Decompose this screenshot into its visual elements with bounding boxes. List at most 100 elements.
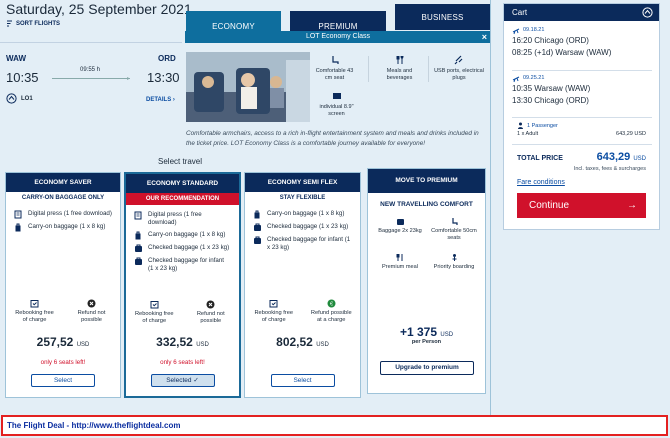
flight-duration: 09:55 h [80, 67, 101, 73]
feature-divider [368, 56, 369, 82]
premium-feature: Priority boarding [428, 253, 480, 271]
fare-item-text: Carry-on baggage (1 x 8 kg) [28, 223, 106, 230]
fare-item-text: Carry-on baggage (1 x 8 kg) [267, 210, 345, 217]
checked-bag-icon [134, 244, 143, 253]
fare-name: ECONOMY SAVER [6, 173, 120, 192]
close-icon[interactable]: × [482, 31, 487, 43]
carry-on-bag-icon [14, 223, 23, 232]
fare-conditions-link[interactable]: Fare conditions [517, 179, 565, 186]
fare-subtitle: CARRY-ON BAGGAGE ONLY [21, 195, 105, 201]
fare-item-text: Checked baggage (1 x 23 kg) [267, 223, 349, 230]
digital-press-icon [134, 211, 143, 227]
rebooking-label: Rebooking free of charge [15, 310, 54, 323]
fare-price-value: 257,52 [36, 335, 74, 349]
premium-feature: Baggage 2x 23kg [374, 217, 426, 235]
checked-bag-icon [253, 223, 262, 232]
cart-divider [512, 70, 652, 71]
cart-divider [512, 144, 652, 145]
total-price-label: TOTAL PRICE [517, 155, 563, 162]
screen-icon [332, 93, 341, 99]
total-price: 643,29 USD [597, 151, 646, 163]
destination-code: ORD [158, 54, 176, 63]
fare-conditions-row: Rebooking free of charge € Refund possib… [245, 299, 360, 324]
rebooking-info: Rebooking free of charge [132, 300, 176, 325]
fare-item: Checked baggage for infant (1 x 23 kg) [245, 236, 360, 252]
fare-price: 332,52 USD [126, 335, 239, 349]
sort-flights-button[interactable]: SORT FLIGHTS [6, 20, 60, 27]
fare-price-value: 802,52 [276, 335, 313, 349]
fare-item: Checked baggage (1 x 23 kg) [126, 244, 239, 253]
lot-logo-icon [642, 7, 653, 18]
tab-business[interactable]: BUSINESS [395, 4, 490, 30]
total-currency: USD [633, 156, 646, 162]
route-arrow-icon: ▸ [127, 76, 131, 82]
fare-name: ECONOMY STANDARD [126, 174, 239, 193]
premium-feature-label: Priority boarding [433, 264, 475, 270]
refund-info: Refund not possible [189, 300, 233, 325]
refund-label: Refund possible at a charge [310, 310, 352, 323]
details-link[interactable]: DETAILS › [146, 97, 175, 103]
fare-item: Carry-on baggage (1 x 8 kg) [126, 231, 239, 240]
segment-departure: 10:35 Warsaw (WAW) [512, 84, 591, 93]
continue-button[interactable]: Continue → [517, 193, 646, 218]
rebooking-info: Rebooking free of charge [13, 299, 57, 324]
refund-info: Refund not possible [70, 299, 114, 324]
fare-item-text: Checked baggage (1 x 23 kg) [148, 244, 230, 252]
checked-bag-icon [134, 257, 143, 273]
seats-left: only 6 seats left! [40, 359, 86, 366]
total-price-value: 643,29 [596, 151, 631, 163]
premium-upsell-header: MOVE TO PREMIUM [368, 169, 485, 193]
fare-card-semi-flex[interactable]: ECONOMY SEMI FLEX STAY FLEXIBLE Carry-on… [244, 172, 361, 398]
adult-count: 1 x Adult [517, 131, 539, 137]
cart-segment-outbound: 09.18.21 16:20 Chicago (ORD) 08:25 (+1d)… [512, 27, 611, 58]
fare-item-text: Digital press (1 free download) [148, 211, 202, 227]
selected-button[interactable]: Selected ✓ [150, 374, 215, 387]
upgrade-to-premium-button[interactable]: Upgrade to premium [380, 361, 474, 375]
segment-arrival: 13:30 Chicago (ORD) [512, 95, 589, 105]
passenger-icon [518, 122, 523, 129]
refund-not-possible-icon [87, 299, 96, 308]
arrow-right-icon: → [627, 200, 637, 211]
rebooking-info: Rebooking free of charge [252, 299, 296, 324]
cabin-photo-illustration [186, 52, 310, 122]
segment-departure: 16:20 Chicago (ORD) [512, 36, 589, 45]
fare-item: Carry-on baggage (1 x 8 kg) [6, 223, 120, 232]
fare-card-standard[interactable]: ECONOMY STANDARD OUR RECOMMENDATION Digi… [124, 172, 241, 398]
depart-time: 10:35 [6, 70, 39, 85]
segment-date: 09.25.21 [512, 75, 590, 83]
rebooking-icon [150, 301, 159, 309]
cart-panel: Cart 09.18.21 16:20 Chicago (ORD) 08:25 … [503, 3, 660, 230]
checked-bag-icon [253, 236, 262, 252]
fare-item-text: Digital press (1 free download) [28, 210, 112, 217]
premium-meal-icon [396, 254, 402, 261]
feature-seat: Comfortable 43 cm seat [312, 55, 357, 82]
fare-item: Digital press (1 free download) [126, 211, 239, 227]
plane-icon [512, 28, 520, 35]
select-button[interactable]: Select [31, 374, 95, 387]
carry-on-bag-icon [134, 231, 143, 240]
premium-upsell-title: NEW TRAVELLING COMFORT [380, 201, 473, 208]
segment-date-value: 09.18.21 [523, 27, 545, 34]
flight-deal-banner: The Flight Deal - http://www.theflightde… [1, 415, 668, 436]
fare-currency: USD [196, 342, 209, 348]
flight-date: Saturday, 25 September 2021 [6, 1, 192, 17]
fare-card-saver[interactable]: ECONOMY SAVER CARRY-ON BAGGAGE ONLY Digi… [5, 172, 121, 398]
fare-price: 802,52 USD [245, 335, 360, 349]
meal-icon [396, 55, 403, 64]
segment-date: 09.18.21 [512, 27, 611, 35]
fare-price-value: 332,52 [156, 335, 193, 349]
cabin-photo [186, 52, 310, 122]
premium-per-person: per Person [411, 339, 442, 345]
passenger-count-label: 1 Passenger [527, 122, 558, 129]
flight-number: LO1 [6, 93, 33, 104]
section-divider [490, 0, 491, 415]
premium-feature-label: Comfortable 50cm seats [431, 228, 477, 241]
fare-item-text: Carry-on baggage (1 x 8 kg) [148, 231, 226, 239]
passenger-count: 1 Passenger [517, 122, 558, 129]
priority-boarding-icon [452, 254, 456, 261]
refund-label: Refund not possible [77, 310, 106, 323]
arrive-time: 13:30 [147, 70, 180, 85]
recommendation-badge: OUR RECOMMENDATION [126, 193, 239, 205]
feature-meals: Meals and beverages [377, 55, 422, 82]
select-button[interactable]: Select [270, 374, 335, 387]
